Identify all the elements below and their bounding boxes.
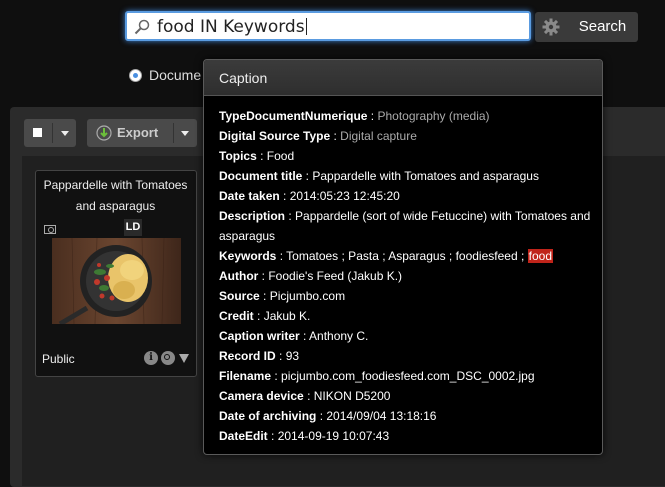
caption-fields: TypeDocumentNumerique : Photography (med… bbox=[219, 106, 594, 446]
caption-field: Digital Source Type : Digital capture bbox=[219, 129, 417, 143]
caption-field: DateEdit : 2014-09-19 10:07:43 bbox=[219, 429, 390, 443]
caption-field: Record ID : 93 bbox=[219, 349, 300, 363]
visibility-label: Public bbox=[42, 352, 75, 366]
search-settings-button[interactable] bbox=[535, 12, 567, 42]
caption-popup: Caption TypeDocumentNumerique : Photogra… bbox=[203, 59, 603, 455]
search-icon bbox=[134, 19, 150, 35]
gear-icon bbox=[542, 18, 560, 36]
caption-field: Description : Pappardelle (sort of wide … bbox=[219, 209, 591, 243]
caption-field: Date taken : 2014:05:23 12:45:20 bbox=[219, 189, 400, 203]
caption-field: Camera device : NIKON D5200 bbox=[219, 389, 391, 403]
caption-field: Date of archiving : 2014/09/04 13:18:16 bbox=[219, 409, 437, 423]
checkbox-icon bbox=[33, 128, 42, 137]
search-button[interactable]: Search bbox=[567, 12, 638, 42]
keyword-highlight: food bbox=[527, 249, 554, 263]
search-query: food IN Keywords bbox=[157, 17, 305, 37]
popup-title: Caption bbox=[219, 70, 268, 86]
card-thumbnail[interactable] bbox=[52, 238, 181, 324]
divider bbox=[173, 123, 174, 143]
export-icon bbox=[96, 125, 112, 141]
caption-field: Caption writer : Anthony C. bbox=[219, 329, 369, 343]
divider bbox=[52, 123, 53, 143]
caption-field: Author : Foodie's Feed (Jakub K.) bbox=[219, 269, 403, 283]
chevron-down-icon[interactable] bbox=[179, 354, 189, 363]
card-title: Pappardelle with Tomatoes and asparagus bbox=[43, 178, 188, 213]
scope-radio-documents[interactable] bbox=[129, 69, 142, 82]
scope-radio-label: Docume bbox=[149, 67, 202, 83]
caption-field: Source : Picjumbo.com bbox=[219, 289, 346, 303]
camera-icon bbox=[44, 225, 56, 234]
export-label: Export bbox=[117, 125, 159, 140]
search-input[interactable]: food IN Keywords bbox=[125, 11, 531, 41]
caption-field: Filename : picjumbo.com_foodiesfeed.com_… bbox=[219, 369, 535, 383]
ld-badge: LD bbox=[124, 219, 142, 236]
caption-field: Keywords : Tomatoes ; Pasta ; Asparagus … bbox=[219, 249, 554, 263]
caption-field: Topics : Food bbox=[219, 149, 295, 163]
caption-field: TypeDocumentNumerique : Photography (med… bbox=[219, 109, 490, 123]
select-all-button[interactable] bbox=[24, 119, 76, 147]
info-icon[interactable]: i bbox=[144, 351, 158, 365]
chevron-down-icon bbox=[181, 131, 189, 136]
chevron-down-icon bbox=[61, 131, 69, 136]
zoom-icon[interactable] bbox=[161, 351, 175, 365]
caption-field: Document title : Pappardelle with Tomato… bbox=[219, 169, 539, 183]
export-button[interactable]: Export bbox=[87, 119, 197, 147]
popup-header: Caption bbox=[204, 60, 602, 96]
caption-field: Credit : Jakub K. bbox=[219, 309, 311, 323]
